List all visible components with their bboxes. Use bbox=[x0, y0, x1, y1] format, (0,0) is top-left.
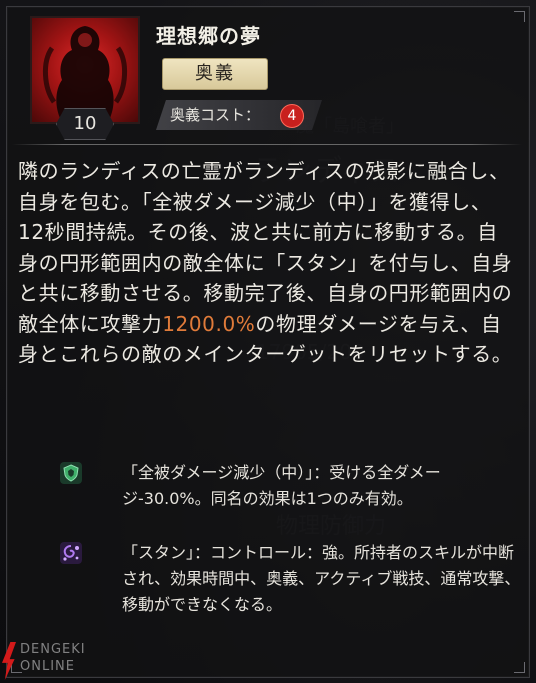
watermark-text: DENGEKI bbox=[20, 642, 86, 657]
cost-value-badge: 4 bbox=[280, 104, 304, 128]
green-shield-icon bbox=[60, 462, 82, 484]
cost-label: 奥義コスト： bbox=[170, 106, 261, 124]
effect-description: 「スタン」：コントロール：強。所持者のスキルが中断され、効果時間中、奥義、アクテ… bbox=[122, 543, 521, 614]
skill-name: 理想郷の夢 bbox=[156, 24, 261, 48]
lightning-logo-icon bbox=[2, 642, 16, 680]
skill-description: 隣のランディスの亡霊がランディスの残影に融合し、自身を包む。「全被ダメージ減少（… bbox=[18, 156, 518, 370]
skill-icon bbox=[30, 16, 140, 124]
purple-stun-swirl-icon bbox=[60, 542, 82, 564]
watermark-text: ONLINE bbox=[20, 659, 75, 674]
skill-level-badge: 10 bbox=[56, 108, 114, 140]
description-text: 隣のランディスの亡霊がランディスの残影に融合し、自身を包む。「全被ダメージ減少（… bbox=[18, 159, 513, 336]
panel-corner-decoration bbox=[514, 662, 525, 673]
skill-type-tag: 奥義 bbox=[162, 58, 268, 90]
divider bbox=[12, 144, 522, 145]
damage-value-highlight: 1200.0% bbox=[162, 311, 256, 336]
dengeki-online-watermark: DENGEKI ONLINE bbox=[2, 642, 122, 682]
effect-description: 「全被ダメージ減少（中）」：受ける全ダメージ-30.0%。同名の効果は1つのみ有… bbox=[122, 463, 441, 508]
panel-corner-decoration bbox=[514, 11, 525, 22]
